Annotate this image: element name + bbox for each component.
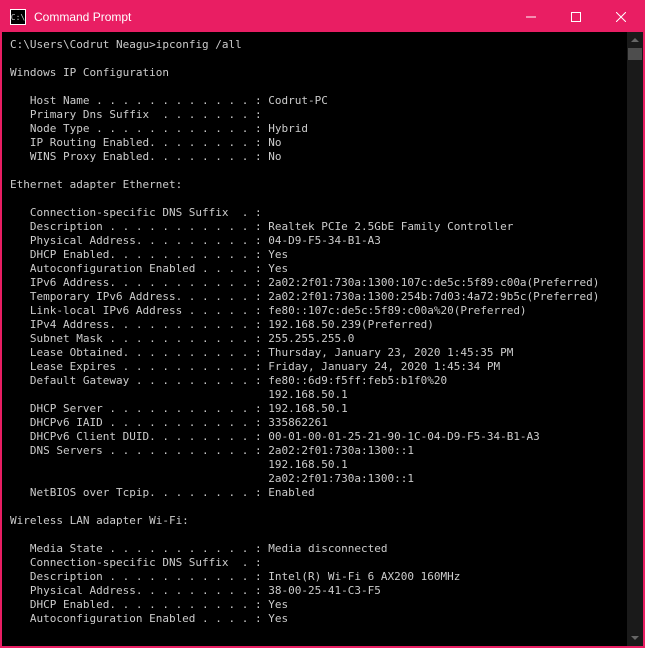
command-prompt-window: C:\ Command Prompt C:\Users\Codrut Neagu… [2, 2, 643, 646]
ethernet-config-lines: Connection-specific DNS Suffix . : Descr… [10, 206, 599, 499]
titlebar[interactable]: C:\ Command Prompt [2, 2, 643, 32]
global-config-lines: Host Name . . . . . . . . . . . . : Codr… [10, 94, 328, 163]
console-output[interactable]: C:\Users\Codrut Neagu>ipconfig /all Wind… [2, 32, 643, 646]
app-icon: C:\ [10, 9, 26, 25]
scroll-up-arrow-icon[interactable] [628, 33, 642, 47]
maximize-button[interactable] [553, 2, 598, 32]
prompt-path: C:\Users\Codrut Neagu> [10, 38, 156, 51]
wifi-config-lines: Media State . . . . . . . . . . . : Medi… [10, 542, 460, 625]
scroll-down-arrow-icon[interactable] [628, 631, 642, 645]
vertical-scrollbar[interactable] [627, 32, 643, 646]
window-controls [508, 2, 643, 32]
close-button[interactable] [598, 2, 643, 32]
section-header-ethernet: Ethernet adapter Ethernet: [10, 178, 182, 191]
minimize-button[interactable] [508, 2, 553, 32]
window-title: Command Prompt [34, 10, 508, 24]
section-header-global: Windows IP Configuration [10, 66, 169, 79]
scroll-thumb[interactable] [628, 48, 642, 60]
section-header-wifi: Wireless LAN adapter Wi-Fi: [10, 514, 189, 527]
command-text: ipconfig /all [156, 38, 242, 51]
